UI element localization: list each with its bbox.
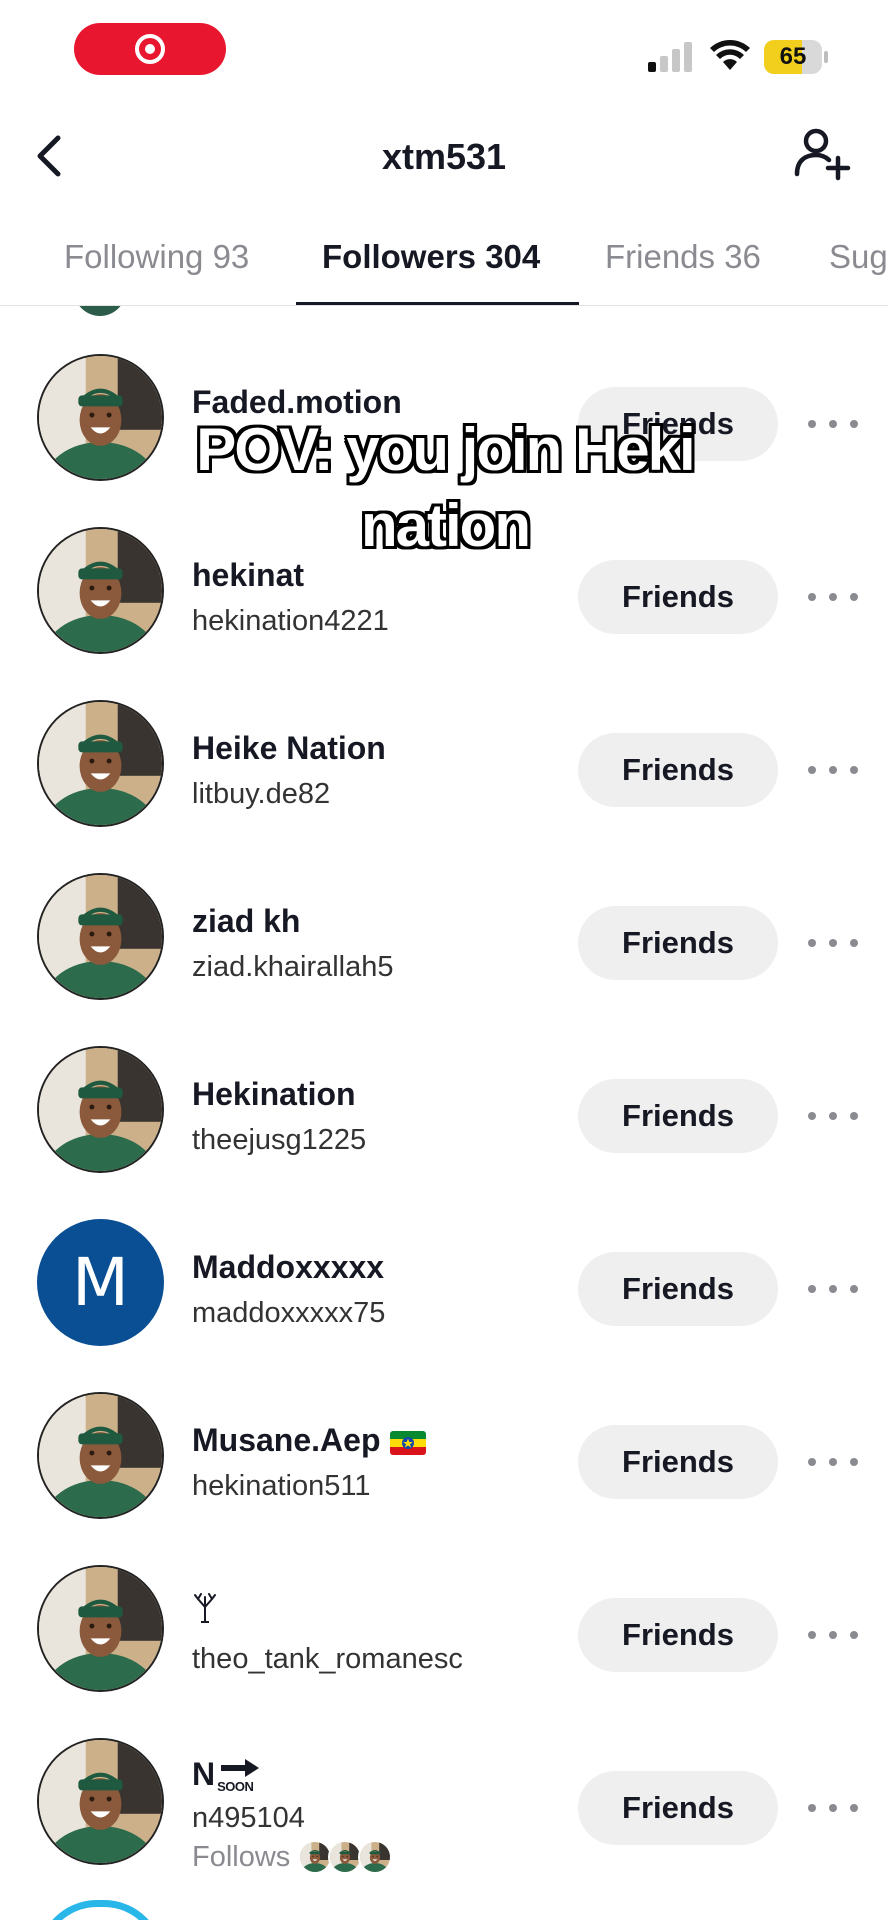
display-name: N: [192, 1756, 216, 1792]
avatar: [298, 1840, 333, 1874]
username: theo_tank_romanesc: [192, 1643, 463, 1675]
username: n495104: [192, 1802, 305, 1834]
more-options-icon[interactable]: [808, 1279, 858, 1299]
friends-button[interactable]: Friends: [578, 1425, 778, 1499]
header: xtm531: [0, 110, 888, 202]
soon-arrow-badge: SOON: [217, 1757, 263, 1794]
more-options-icon[interactable]: [808, 1106, 858, 1126]
list-item[interactable]: Musane.Aep hekination511 Friends: [0, 1368, 888, 1541]
display-name-row: N SOON: [192, 1756, 263, 1794]
avatar[interactable]: M: [37, 1219, 164, 1346]
add-friend-icon[interactable]: [792, 124, 852, 184]
username: theejusg1225: [192, 1124, 367, 1156]
avatar[interactable]: [37, 1392, 164, 1519]
display-name: Hekination: [192, 1076, 356, 1112]
more-options-icon[interactable]: [808, 760, 858, 780]
avatar[interactable]: [37, 1565, 164, 1692]
display-name: Maddoxxxxx: [192, 1249, 385, 1285]
more-options-icon[interactable]: [808, 587, 858, 607]
display-name: [192, 1593, 218, 1631]
record-icon: [135, 34, 165, 64]
display-name: Musane.Aep: [192, 1422, 381, 1458]
list-item[interactable]: ziad kh ziad.khairallah5 Friends: [0, 849, 888, 1022]
ethiopia-flag-icon: [390, 1430, 427, 1455]
more-options-icon[interactable]: [808, 1625, 858, 1645]
list-item[interactable]: N SOON n495104 Follows Friends: [0, 1714, 888, 1887]
mutual-follows: Follows: [192, 1840, 393, 1874]
tab-following[interactable]: Following 93: [64, 238, 249, 276]
username: maddoxxxxx75: [192, 1297, 386, 1329]
list-item[interactable]: Hekination theejusg1225 Friends: [0, 1022, 888, 1195]
avatar: [358, 1840, 393, 1874]
battery-level: 65: [779, 43, 807, 70]
tab-bar: Following 93 Followers 304 Friends 36 Su…: [0, 222, 888, 306]
friends-button[interactable]: Friends: [578, 1598, 778, 1672]
more-options-icon[interactable]: [808, 414, 858, 434]
tab-suggested[interactable]: Sug: [829, 238, 888, 276]
battery-icon: 65: [764, 40, 828, 74]
status-bar: 65: [0, 0, 888, 100]
username: litbuy.de82: [192, 778, 331, 810]
avatar[interactable]: [37, 1738, 164, 1865]
username: hekination511: [192, 1470, 371, 1502]
friends-button[interactable]: Friends: [578, 1771, 778, 1845]
tab-friends[interactable]: Friends 36: [605, 238, 761, 276]
screen-recording-indicator[interactable]: [74, 23, 226, 75]
list-item[interactable]: M Maddoxxxxx maddoxxxxx75 Friends: [0, 1195, 888, 1368]
tree-emoji-icon: [194, 1593, 216, 1623]
more-options-icon[interactable]: [808, 1798, 858, 1818]
tab-followers[interactable]: Followers 304: [322, 238, 540, 276]
display-name-row: Musane.Aep: [192, 1422, 427, 1459]
avatar: [328, 1840, 363, 1874]
page-title: xtm531: [381, 136, 507, 177]
list-item[interactable]: Heike Nation litbuy.de82 Friends: [0, 676, 888, 849]
avatar: [74, 306, 126, 316]
mutual-avatars: [298, 1840, 393, 1874]
friends-button[interactable]: Friends: [578, 1079, 778, 1153]
friends-button[interactable]: Friends: [578, 733, 778, 807]
follows-label: Follows: [192, 1840, 291, 1873]
friends-button[interactable]: Friends: [578, 560, 778, 634]
friends-button[interactable]: Friends: [578, 906, 778, 980]
display-name: Heike Nation: [192, 730, 386, 766]
username: ziad.khairallah5: [192, 951, 394, 983]
wifi-icon: [710, 40, 750, 70]
avatar[interactable]: [37, 1046, 164, 1173]
more-options-icon[interactable]: [808, 933, 858, 953]
avatar[interactable]: [37, 873, 164, 1000]
more-options-icon[interactable]: [808, 1452, 858, 1472]
cellular-signal-icon: [648, 42, 692, 72]
avatar: [37, 1900, 164, 1920]
avatar[interactable]: [37, 700, 164, 827]
username: hekination4221: [192, 605, 389, 637]
overlay-caption: POV: you join Heki nation: [196, 416, 695, 559]
display-name: ziad kh: [192, 903, 301, 939]
list-item[interactable]: theo_tank_romanesc Friends: [0, 1541, 888, 1714]
friends-button[interactable]: Friends: [578, 1252, 778, 1326]
